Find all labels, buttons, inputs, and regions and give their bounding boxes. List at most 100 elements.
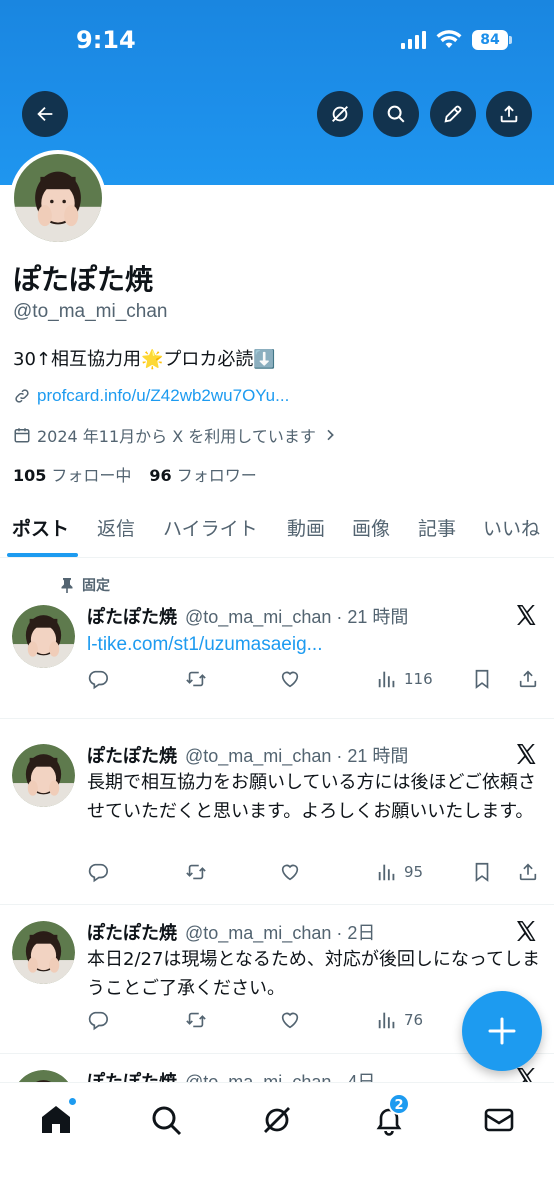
grok-button[interactable]: [317, 91, 363, 137]
chevron-right-icon: [327, 429, 334, 441]
back-button[interactable]: [22, 91, 68, 137]
nav-notifications[interactable]: 2: [372, 1093, 410, 1137]
analytics-icon: [378, 1012, 395, 1029]
views-button[interactable]: 116: [376, 668, 433, 690]
tweet-author-name[interactable]: ぽたぽた焼: [87, 742, 177, 768]
reply-button[interactable]: [87, 668, 109, 690]
joined-text: 2024 年11月から X を利用しています: [37, 427, 316, 446]
following-label: フォロー中: [51, 466, 132, 485]
repost-button[interactable]: [185, 861, 207, 883]
grok-icon: [332, 106, 348, 122]
like-button[interactable]: [279, 861, 301, 883]
bookmark-icon: [475, 862, 489, 882]
reply-icon: [88, 670, 108, 690]
bookmark-button[interactable]: [471, 668, 493, 690]
like-button[interactable]: [279, 1009, 301, 1031]
profile-joined-date[interactable]: 2024 年11月から X を利用しています: [13, 423, 338, 447]
wifi-icon: [436, 30, 462, 48]
search-icon: [152, 1106, 182, 1136]
following-stat[interactable]: 105 フォロー中: [13, 462, 131, 486]
tweet-item[interactable]: ぽたぽた焼 @to_ma_mi_chan · 21 時間 長期で相互協力をお願い…: [0, 719, 554, 905]
x-logo-icon[interactable]: [514, 603, 538, 627]
nav-grok[interactable]: [260, 1103, 294, 1137]
tab-images[interactable]: 画像: [352, 514, 390, 541]
tab-highlights[interactable]: ハイライト: [163, 514, 258, 541]
profile-website-link[interactable]: profcard.info/u/Z42wb2wu7OYu...: [13, 386, 289, 406]
repost-button[interactable]: [185, 668, 207, 690]
tab-videos[interactable]: 動画: [287, 514, 325, 541]
tweet-author-name[interactable]: ぽたぽた焼: [87, 603, 177, 629]
compose-button[interactable]: [462, 991, 542, 1071]
tweet-actions: 116: [87, 668, 543, 694]
tweet-text: 本日2/27は現場となるため、対応が後回しになってしまうことご了承ください。: [87, 949, 540, 999]
link-icon: [15, 389, 29, 403]
followers-stat[interactable]: 96 フォロワー: [149, 462, 256, 486]
search-icon: [387, 105, 405, 123]
notifications-badge: 2: [388, 1093, 410, 1115]
repost-button[interactable]: [185, 1009, 207, 1031]
profile-avatar[interactable]: [10, 150, 106, 246]
home-icon: [42, 1106, 70, 1133]
status-bar: 9:14 84: [0, 0, 554, 80]
views-button[interactable]: 95: [376, 861, 423, 883]
views-count: 95: [404, 863, 424, 881]
search-button[interactable]: [373, 91, 419, 137]
analytics-icon: [378, 864, 395, 881]
tweet-link[interactable]: l-tike.com/st1/uzumasaeig...: [87, 630, 547, 659]
following-count: 105: [13, 466, 47, 485]
profile-bio: 30↑相互協力用🌟プロカ必読⬇️: [13, 349, 276, 370]
bookmark-button[interactable]: [471, 861, 493, 883]
share-icon: [500, 105, 518, 123]
battery-indicator: 84: [472, 30, 512, 50]
like-button[interactable]: [279, 668, 301, 690]
tab-articles[interactable]: 記事: [418, 514, 456, 541]
share-tweet-button[interactable]: [517, 668, 539, 690]
reply-button[interactable]: [87, 861, 109, 883]
bookmark-icon: [475, 669, 489, 689]
share-icon: [519, 670, 537, 688]
tweet-author-name[interactable]: ぽたぽた焼: [87, 919, 177, 945]
tab-posts[interactable]: ポスト: [12, 514, 69, 541]
profile-tabs: ポスト 返信 ハイライト 動画 画像 記事 いいね: [0, 500, 554, 558]
x-logo-icon[interactable]: [514, 919, 538, 943]
tweet-meta: @to_ma_mi_chan · 2日: [185, 923, 376, 943]
share-tweet-button[interactable]: [517, 861, 539, 883]
nav-home[interactable]: [39, 1097, 77, 1137]
x-logo-icon[interactable]: [514, 742, 538, 766]
profile-handle: @to_ma_mi_chan: [13, 301, 168, 322]
plus-icon: [488, 1017, 516, 1045]
back-arrow-icon: [37, 106, 53, 122]
mail-icon: [484, 1108, 514, 1132]
tab-replies[interactable]: 返信: [97, 514, 135, 541]
nav-messages[interactable]: [482, 1103, 516, 1137]
views-count: 76: [404, 1011, 424, 1029]
avatar-image: [14, 154, 102, 242]
tweet-avatar[interactable]: [12, 744, 75, 807]
tweet-avatar[interactable]: [12, 605, 75, 668]
signal-icon: [401, 31, 426, 49]
views-button[interactable]: 76: [376, 1009, 423, 1031]
followers-count: 96: [149, 466, 172, 485]
status-time: 9:14: [76, 26, 136, 54]
tab-likes[interactable]: いいね: [483, 514, 540, 541]
profile-name: ぽたぽた焼: [13, 263, 154, 296]
nav-search[interactable]: [149, 1103, 183, 1137]
tweet-header: ぽたぽた焼 @to_ma_mi_chan · 21 時間: [87, 742, 408, 768]
edit-button[interactable]: [430, 91, 476, 137]
edit-icon: [444, 105, 462, 123]
repost-icon: [186, 1012, 206, 1028]
followers-label: フォロワー: [176, 466, 257, 485]
profile-link-text[interactable]: profcard.info/u/Z42wb2wu7OYu...: [37, 386, 289, 406]
tweet-avatar[interactable]: [12, 921, 75, 984]
share-icon: [519, 863, 537, 881]
tweet-header: ぽたぽた焼 @to_ma_mi_chan · 21 時間: [87, 603, 408, 629]
tweet-actions: 95: [87, 861, 543, 887]
reply-icon: [88, 863, 108, 883]
reply-button[interactable]: [87, 1009, 109, 1031]
grok-icon: [264, 1107, 290, 1133]
profile-stats: 105 フォロー中 96 フォロワー: [13, 462, 257, 486]
tweet-item[interactable]: ぽたぽた焼 @to_ma_mi_chan · 21 時間 l-tike.com/…: [0, 560, 554, 719]
share-button[interactable]: [486, 91, 532, 137]
home-unread-dot: [68, 1097, 77, 1106]
status-icons: 84: [401, 30, 512, 50]
